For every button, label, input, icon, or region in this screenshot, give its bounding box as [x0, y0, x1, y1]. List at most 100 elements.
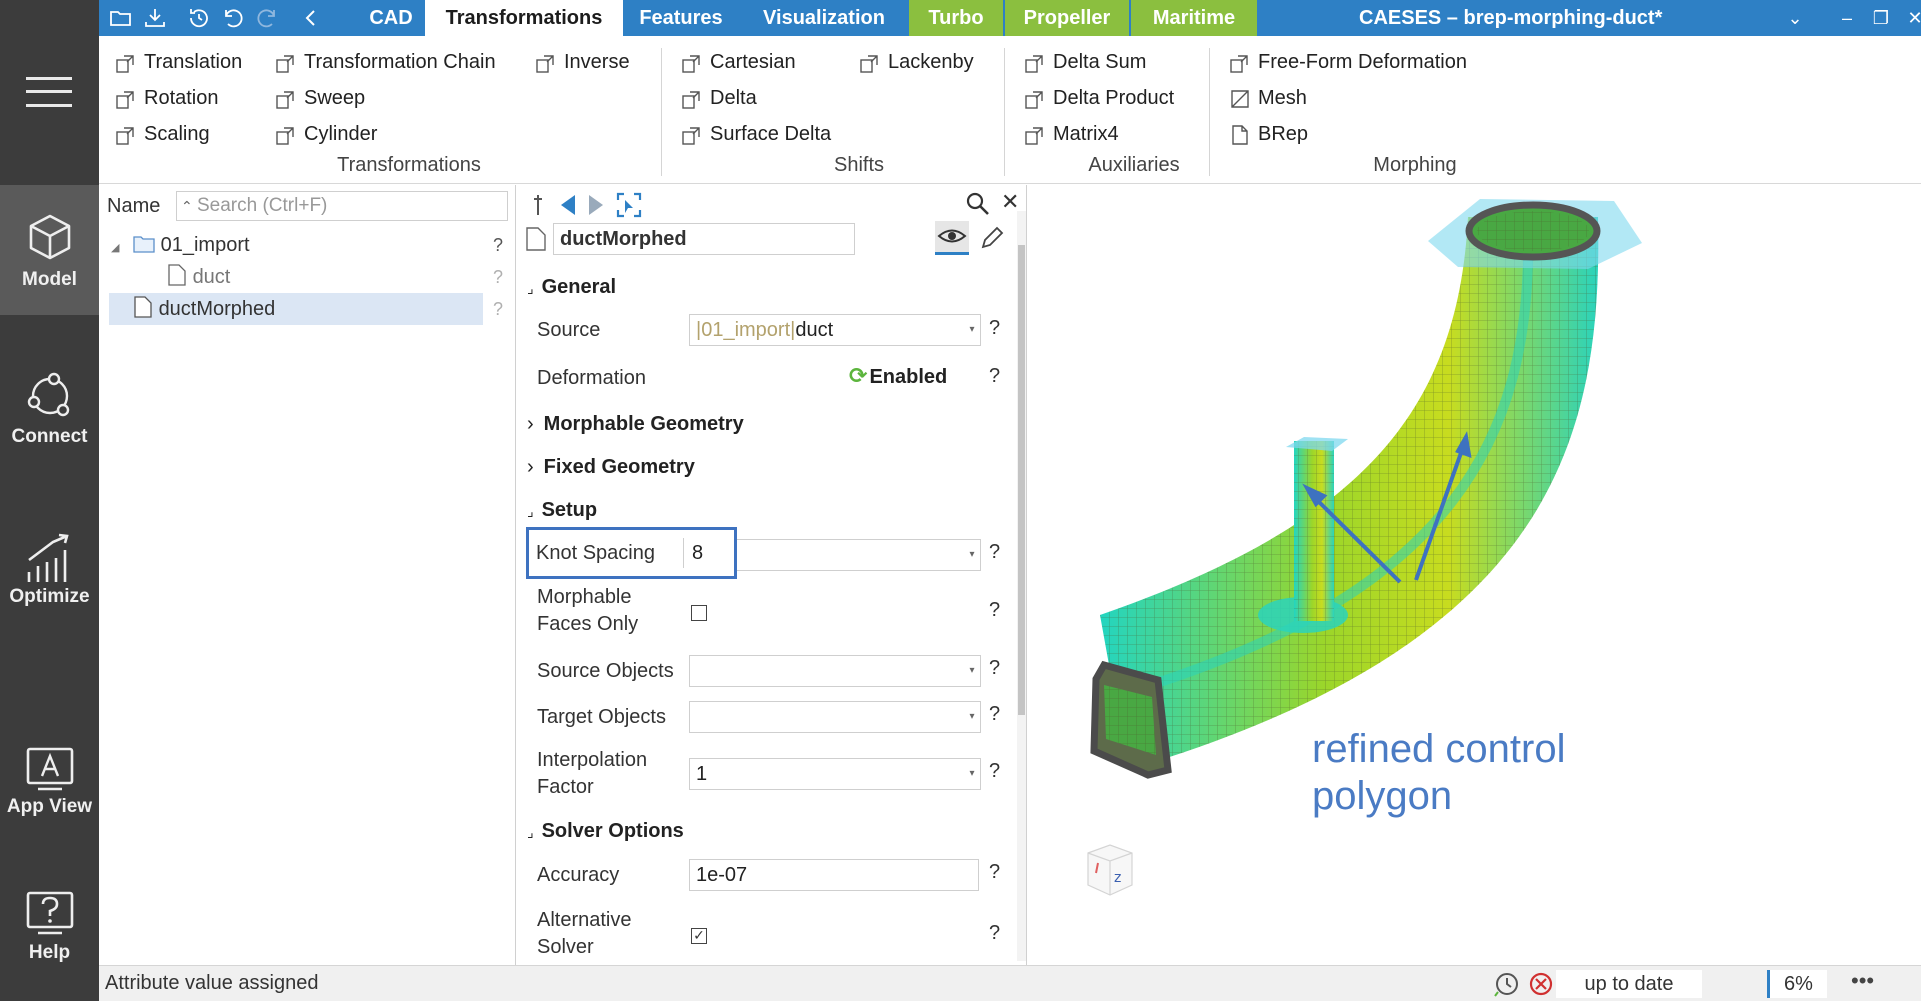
tab-propeller[interactable]: Propeller [1005, 0, 1129, 36]
help-marker[interactable]: ? [989, 760, 1000, 783]
restore-icon[interactable]: ❐ [1867, 4, 1895, 32]
sidebar-item-optimize[interactable]: Optimize [0, 500, 99, 630]
help-marker[interactable]: ? [989, 657, 1000, 680]
tree-item-selected[interactable]: ductMorphed ? [109, 293, 503, 325]
sidebar-item-help[interactable]: Help [0, 870, 99, 1000]
pin-icon[interactable] [531, 193, 545, 217]
ribbon-transformation-chain[interactable]: Transformation Chain [271, 48, 496, 76]
help-marker[interactable]: ? [493, 293, 503, 325]
sidebar-item-app-view[interactable]: App View [0, 720, 99, 850]
source-objects-field[interactable]: ▾ [689, 655, 981, 687]
forward-arrow-icon[interactable] [585, 193, 607, 217]
deformation-toggle[interactable]: ⟳ Enabled [849, 363, 947, 389]
tree-item-folder[interactable]: ◢ 01_import ? [111, 229, 503, 261]
morphable-faces-checkbox[interactable] [691, 605, 707, 621]
dropdown-arrow-icon[interactable]: ▾ [966, 315, 978, 345]
scrollbar-track[interactable] [1017, 211, 1026, 961]
accuracy-field[interactable]: 1e-07 [689, 859, 979, 891]
tree-item-duct[interactable]: duct ? [167, 261, 503, 293]
ribbon-free-form-deformation[interactable]: Free-Form Deformation [1225, 48, 1467, 76]
source-label: Source [537, 319, 601, 341]
ribbon-translation[interactable]: Translation [111, 48, 242, 76]
chevron-left-icon[interactable] [299, 6, 323, 30]
sidebar-item-connect[interactable]: Connect [0, 340, 99, 470]
ribbon-sweep[interactable]: Sweep [271, 84, 365, 112]
undo-icon[interactable] [221, 6, 245, 30]
minimize-icon[interactable]: ‒ [1833, 4, 1861, 32]
select-target-icon[interactable] [615, 191, 643, 219]
history-icon[interactable] [187, 6, 211, 30]
help-marker[interactable]: ? [493, 261, 503, 293]
section-general[interactable]: ⌟ General [527, 276, 616, 299]
tree-search-input[interactable]: ⌃ Search (Ctrl+F) [176, 191, 508, 221]
tab-turbo[interactable]: Turbo [909, 0, 1003, 36]
help-marker[interactable]: ? [989, 703, 1000, 726]
more-options-icon[interactable]: ••• [1851, 968, 1874, 994]
section-setup[interactable]: ⌟ Setup [527, 499, 597, 522]
redo-icon[interactable] [255, 6, 279, 30]
help-marker[interactable]: ? [989, 365, 1000, 388]
ribbon-delta-sum[interactable]: Delta Sum [1020, 48, 1146, 76]
brep-file-icon [134, 296, 152, 318]
scrollbar-thumb[interactable] [1018, 245, 1025, 715]
section-fixed-geometry[interactable]: › Fixed Geometry [527, 456, 695, 479]
help-marker[interactable]: ? [989, 317, 1000, 340]
search-icon[interactable] [965, 191, 991, 217]
ribbon-surface-delta[interactable]: Surface Delta [677, 120, 831, 148]
ribbon-matrix4[interactable]: Matrix4 [1020, 120, 1119, 148]
section-solver-options[interactable]: ⌟ Solver Options [527, 820, 684, 843]
help-marker[interactable]: ? [989, 541, 1000, 564]
mesh-icon [1231, 90, 1249, 108]
tab-features[interactable]: Features [623, 0, 739, 36]
sidebar-item-model[interactable]: Model [0, 185, 99, 315]
back-arrow-icon[interactable] [557, 193, 579, 217]
hamburger-menu-icon[interactable] [26, 75, 72, 109]
interpolation-factor-field[interactable]: 1 ▾ [689, 758, 981, 790]
tab-cad[interactable]: CAD [345, 0, 437, 36]
knot-spacing-input[interactable]: 8 [683, 538, 731, 568]
edit-pencil-icon[interactable] [979, 225, 1005, 251]
ribbon-lackenby[interactable]: Lackenby [855, 48, 974, 76]
ribbon-delta[interactable]: Delta [677, 84, 757, 112]
visibility-toggle[interactable] [935, 221, 969, 255]
ribbon-brep[interactable]: BRep [1225, 120, 1308, 148]
cancel-icon[interactable] [1527, 970, 1555, 998]
duct-model-graphic[interactable]: z [1028, 185, 1921, 965]
ribbon-inverse[interactable]: Inverse [531, 48, 630, 76]
3d-viewport[interactable]: z [1028, 185, 1921, 965]
object-name-field[interactable]: ductMorphed [553, 223, 855, 255]
orientation-cube[interactable]: z [1087, 844, 1133, 896]
alternative-solver-checkbox[interactable]: ✓ [691, 928, 707, 944]
open-folder-icon[interactable] [109, 6, 133, 30]
help-marker[interactable]: ? [493, 229, 503, 261]
zoom-level[interactable]: 6% [1767, 970, 1827, 998]
tree-name-header: Name [107, 195, 161, 217]
ribbon-cylinder[interactable]: Cylinder [271, 120, 377, 148]
source-field[interactable]: |01_import|duct ▾ [689, 314, 981, 346]
ribbon-scaling[interactable]: Scaling [111, 120, 210, 148]
help-marker[interactable]: ? [989, 861, 1000, 884]
help-marker[interactable]: ? [989, 922, 1000, 945]
tab-transformations[interactable]: Transformations [425, 0, 623, 36]
help-marker[interactable]: ? [989, 599, 1000, 622]
transform-object-icon [1025, 91, 1043, 109]
ribbon-cartesian[interactable]: Cartesian [677, 48, 796, 76]
ribbon-rotation[interactable]: Rotation [111, 84, 219, 112]
annotation-text: refined control polygon [1312, 727, 1566, 818]
dropdown-arrow-icon[interactable]: ▾ [966, 540, 978, 570]
save-download-icon[interactable] [143, 6, 167, 30]
dropdown-arrow-icon[interactable]: ▾ [966, 759, 978, 789]
dropdown-arrow-icon[interactable]: ▾ [966, 656, 978, 686]
update-clock-icon[interactable] [1493, 970, 1521, 998]
chevron-down-icon[interactable]: ⌄ [1781, 4, 1809, 32]
section-morphable-geometry[interactable]: › Morphable Geometry [527, 413, 744, 436]
dropdown-arrow-icon[interactable]: ▾ [966, 702, 978, 732]
tree-item-label: 01_import [160, 234, 250, 256]
tab-visualization[interactable]: Visualization [739, 0, 909, 36]
ribbon-delta-product[interactable]: Delta Product [1020, 84, 1174, 112]
ribbon-mesh[interactable]: Mesh [1225, 84, 1307, 112]
close-window-icon[interactable]: ✕ [1901, 4, 1921, 32]
tab-maritime[interactable]: Maritime [1131, 0, 1257, 36]
sidebar-label: Connect [11, 426, 88, 447]
target-objects-field[interactable]: ▾ [689, 701, 981, 733]
